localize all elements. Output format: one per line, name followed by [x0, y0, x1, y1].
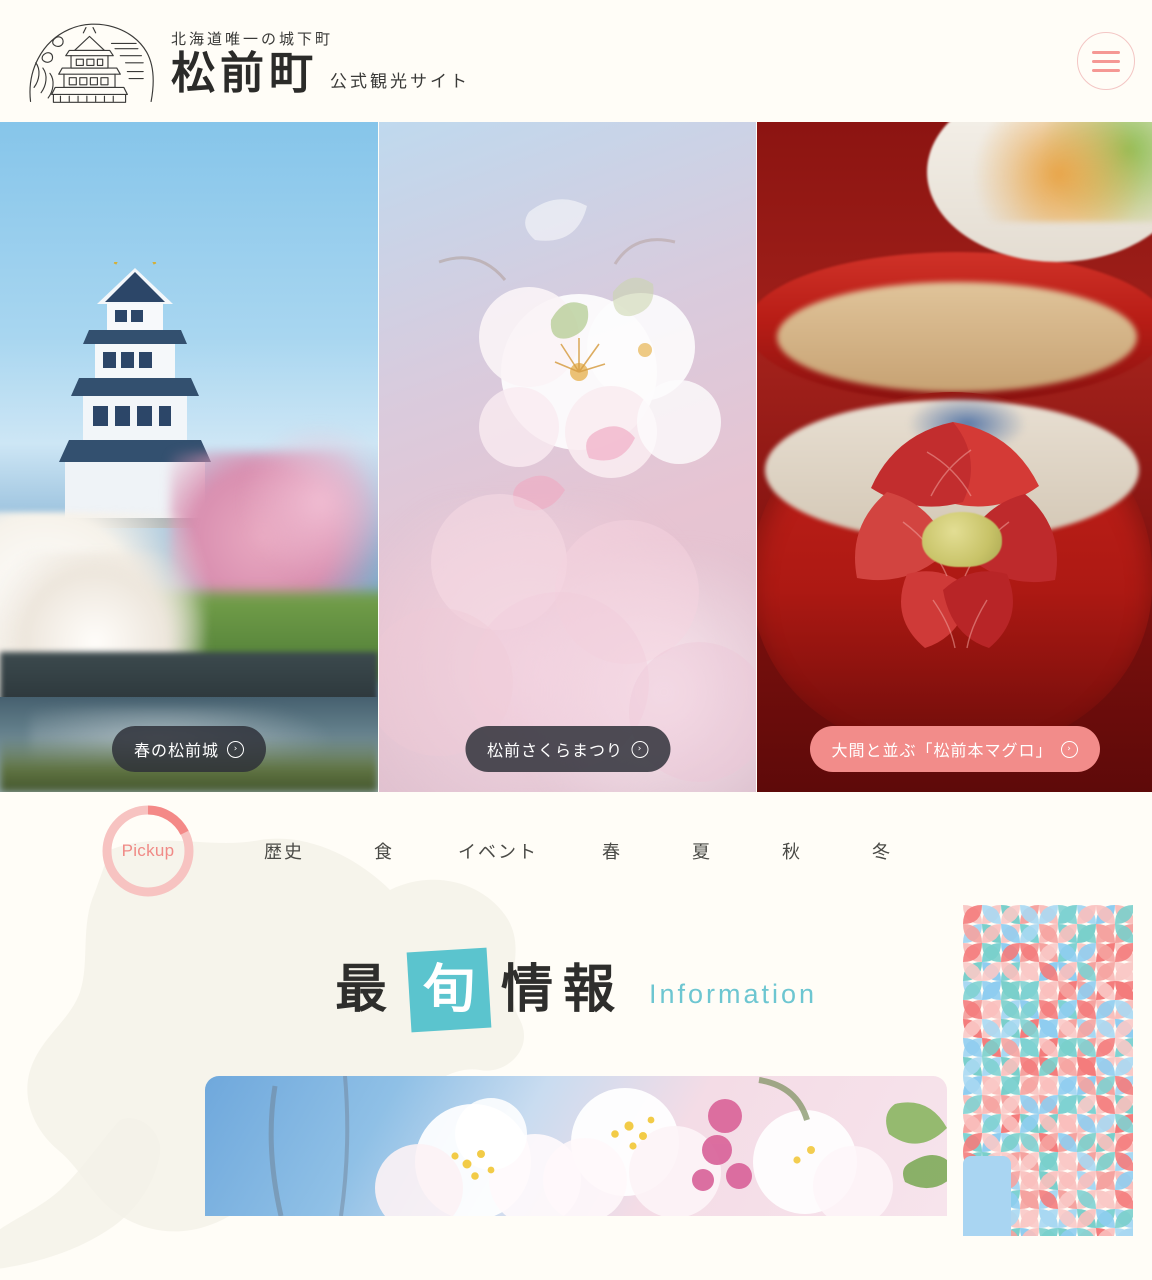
site-name: 松前町 [171, 48, 318, 100]
information-section: 最 旬 情報 Information [0, 947, 1152, 1216]
category-item-spring[interactable]: 春 [598, 832, 626, 870]
category-item-summer[interactable]: 夏 [688, 832, 716, 870]
chevron-right-icon: › [631, 740, 649, 758]
information-card[interactable] [205, 1076, 947, 1216]
category-item-autumn[interactable]: 秋 [778, 832, 806, 870]
hero-caption-text: 大間と並ぶ「松前本マグロ」 [831, 741, 1053, 760]
category-item-history[interactable]: 歴史 [260, 832, 308, 870]
heading-badge-text: 旬 [422, 959, 475, 1021]
category-pickup-label: Pickup [121, 841, 175, 860]
information-card-image [205, 1076, 947, 1216]
category-nav: Pickup 歴史 食 イベント 春 夏 秋 冬 [0, 792, 1152, 910]
hero-caption-text: 松前さくらまつり [486, 741, 624, 760]
site-tagline: 北海道唯一の城下町 [171, 30, 334, 49]
hero-image-sakura-festival [379, 122, 756, 792]
hero-image-honmaguro [757, 122, 1152, 792]
category-item-winter[interactable]: 冬 [868, 832, 896, 870]
site-header: 北海道唯一の城下町 松前町 公式観光サイト [0, 0, 1152, 122]
hero-caption-spring-castle[interactable]: 春の松前城 › [111, 726, 267, 772]
wasabi-garnish [922, 512, 1002, 567]
hero-caption-text: 春の松前城 [133, 741, 220, 760]
menu-bar-3 [1092, 68, 1120, 72]
heading-kanji-part2: 情報 [500, 959, 625, 1020]
menu-bar-1 [1092, 50, 1120, 54]
category-pickup[interactable]: Pickup [100, 803, 196, 899]
chevron-right-icon: › [227, 740, 245, 758]
menu-bar-2 [1092, 59, 1120, 63]
category-item-food[interactable]: 食 [370, 832, 398, 870]
information-heading: 最 旬 情報 Information [0, 947, 1152, 1033]
hero-slide-spring-castle[interactable]: 春の松前城 › [0, 122, 378, 792]
heading-english-label: Information [648, 978, 818, 1009]
hamburger-menu-icon[interactable] [1077, 32, 1135, 90]
heading-kanji-part1: 最 [334, 959, 397, 1020]
hero-slider: 春の松前城 › 松前さくらまつり › 大間と並ぶ「松前本マグロ」 › [0, 122, 1152, 792]
hero-slide-sakura-festival[interactable]: 松前さくらまつり › [379, 122, 756, 792]
castle-wave-logo-icon [29, 23, 154, 103]
site-logo-link[interactable]: 北海道唯一の城下町 松前町 公式観光サイト [22, 17, 470, 105]
site-subtitle: 公式観光サイト [330, 71, 470, 92]
hero-image-spring-castle [0, 122, 378, 792]
hero-caption-sakura-festival[interactable]: 松前さくらまつり › [464, 726, 671, 772]
hero-slide-honmaguro[interactable]: 大間と並ぶ「松前本マグロ」 › [757, 122, 1152, 792]
chevron-right-icon: › [1060, 740, 1078, 758]
hero-caption-honmaguro[interactable]: 大間と並ぶ「松前本マグロ」 › [809, 726, 1100, 772]
heading-kanji-badge: 旬 [406, 947, 492, 1033]
category-item-event[interactable]: イベント [454, 832, 542, 870]
